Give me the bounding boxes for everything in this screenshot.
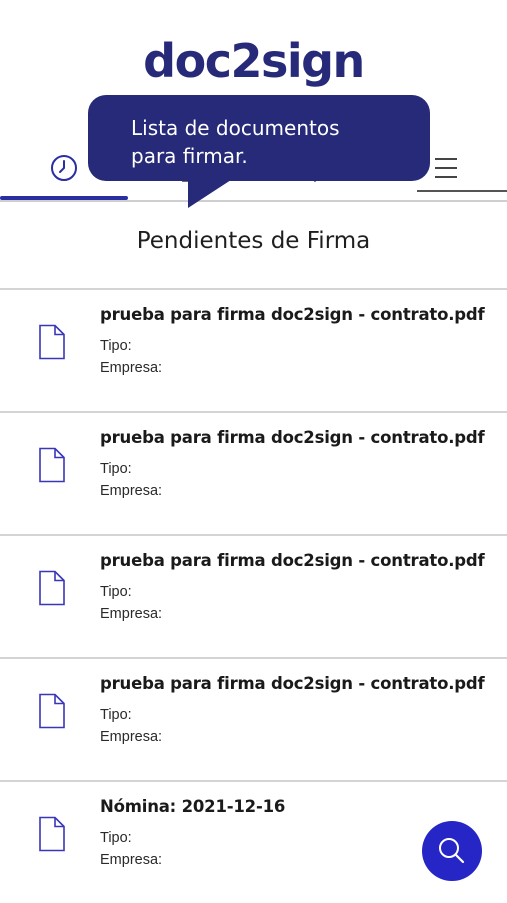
document-icon bbox=[39, 816, 65, 852]
active-tab-indicator bbox=[0, 196, 128, 200]
document-name: Nómina: 2021-12-16 bbox=[100, 797, 286, 816]
document-company-label: Empresa: bbox=[100, 606, 163, 622]
list-item[interactable]: prueba para firma doc2sign - contrato.pd… bbox=[0, 288, 507, 411]
document-name: prueba para firma doc2sign - contrato.pd… bbox=[100, 428, 485, 447]
document-type-label: Tipo: bbox=[100, 461, 132, 477]
menu-icon bbox=[434, 158, 457, 178]
document-type-label: Tipo: bbox=[100, 830, 132, 846]
menu-tab-underline bbox=[417, 190, 507, 192]
document-list: prueba para firma doc2sign - contrato.pd… bbox=[0, 288, 507, 903]
search-icon bbox=[439, 838, 465, 864]
document-name: prueba para firma doc2sign - contrato.pd… bbox=[100, 551, 485, 570]
tooltip-line-2: para firmar. bbox=[131, 144, 248, 168]
onboarding-tooltip[interactable]: Lista de documentos para firmar. bbox=[88, 95, 430, 181]
document-company-label: Empresa: bbox=[100, 483, 163, 499]
document-company-label: Empresa: bbox=[100, 729, 163, 745]
list-item[interactable]: prueba para firma doc2sign - contrato.pd… bbox=[0, 534, 507, 657]
document-icon bbox=[39, 324, 65, 360]
search-button[interactable] bbox=[422, 821, 482, 881]
list-item[interactable]: prueba para firma doc2sign - contrato.pd… bbox=[0, 411, 507, 534]
document-icon bbox=[39, 570, 65, 606]
tooltip-pointer bbox=[188, 178, 234, 208]
document-name: prueba para firma doc2sign - contrato.pd… bbox=[100, 674, 485, 693]
app-logo: doc2sign bbox=[143, 34, 365, 88]
document-type-label: Tipo: bbox=[100, 338, 132, 354]
document-type-label: Tipo: bbox=[100, 707, 132, 723]
tooltip-line-1: Lista de documentos bbox=[131, 116, 340, 140]
document-company-label: Empresa: bbox=[100, 852, 163, 868]
document-company-label: Empresa: bbox=[100, 360, 163, 376]
tab-bar-divider bbox=[0, 200, 507, 202]
clock-icon bbox=[51, 155, 77, 181]
document-icon bbox=[39, 693, 65, 729]
document-type-label: Tipo: bbox=[100, 584, 132, 600]
document-name: prueba para firma doc2sign - contrato.pd… bbox=[100, 305, 485, 324]
list-item[interactable]: prueba para firma doc2sign - contrato.pd… bbox=[0, 657, 507, 780]
document-icon bbox=[39, 447, 65, 483]
page-title: Pendientes de Firma bbox=[136, 228, 371, 254]
